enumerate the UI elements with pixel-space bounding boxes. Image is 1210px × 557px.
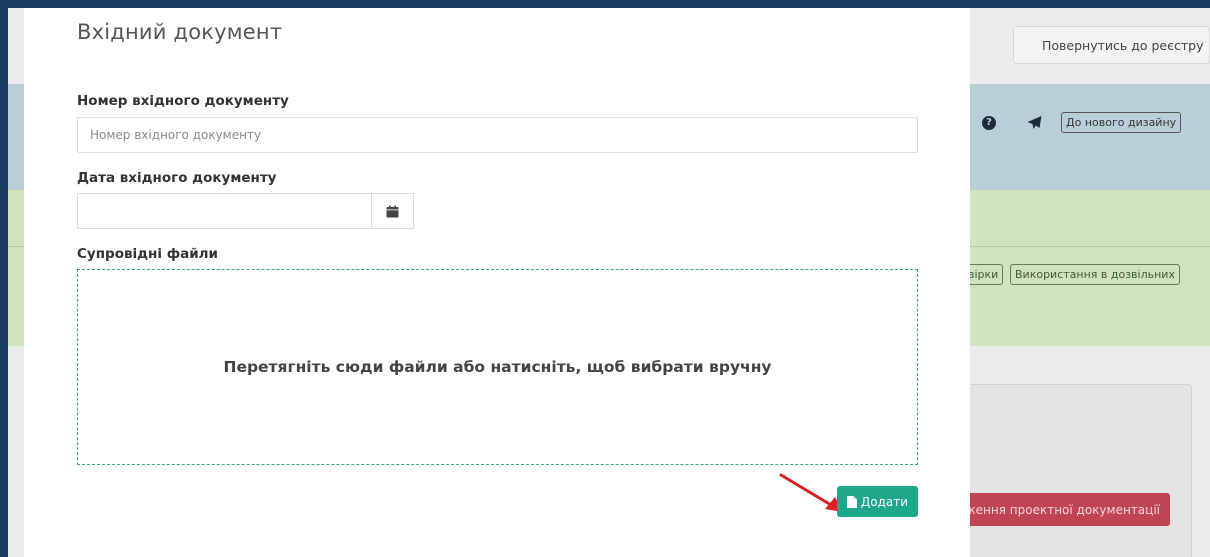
incoming-document-modal: Вхідний документ Номер вхідного документ… <box>24 8 970 557</box>
attached-files-label: Супровідні файли <box>77 246 219 262</box>
calendar-button[interactable] <box>371 193 414 229</box>
document-number-label: Номер вхідного документу <box>77 93 289 109</box>
paper-plane-icon[interactable] <box>1026 115 1043 131</box>
background-chip[interactable]: Використання в дозвільних <box>1010 264 1180 285</box>
add-file-button[interactable]: Додати <box>837 486 918 517</box>
modal-title: Вхідний документ <box>77 20 283 44</box>
dropzone-text: Перетягніть сюди файли або натисніть, що… <box>223 358 772 376</box>
calendar-icon <box>386 205 399 217</box>
project-documentation-button-label: ження проектної документації <box>964 502 1160 517</box>
file-dropzone[interactable]: Перетягніть сюди файли або натисніть, що… <box>77 269 918 465</box>
background-card <box>948 384 1192 557</box>
return-to-registry-button[interactable]: Повернутись до реєстру <box>1013 26 1210 64</box>
document-date-label: Дата вхідного документу <box>77 170 277 186</box>
document-date-input[interactable] <box>77 193 371 229</box>
question-circle-icon[interactable]: ? <box>982 116 996 130</box>
file-icon <box>846 495 857 508</box>
new-design-button[interactable]: До нового дизайну <box>1061 112 1182 133</box>
document-number-input[interactable] <box>77 117 918 153</box>
add-file-button-label: Додати <box>860 494 909 509</box>
